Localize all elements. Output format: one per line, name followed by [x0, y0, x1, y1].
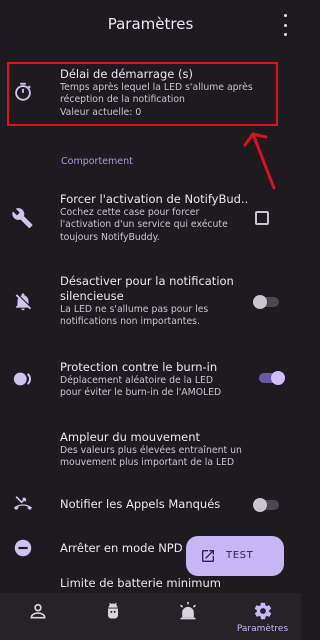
setting-summary-line: La LED ne s'allume pas pour les [60, 304, 209, 315]
switch-knob [253, 295, 267, 309]
setting-title: Notifier les Appels Manqués [60, 497, 221, 511]
setting-disable-silent[interactable]: Désactiver pour la notification silencie… [0, 272, 301, 334]
app-bar: Paramètres [0, 0, 301, 50]
setting-force-activation[interactable]: Forcer l'activation de NotifyBud.. Coche… [0, 186, 301, 248]
setting-battery-limit[interactable]: Limite de batterie minimum [0, 576, 301, 592]
settings-icon [254, 602, 272, 620]
highlight-box [7, 62, 278, 126]
burn-in-switch[interactable] [259, 371, 285, 385]
setting-title: Arrêter en mode NPD [60, 541, 183, 555]
setting-summary-line: pour éviter le burn-in de l'AMOLED [60, 387, 222, 399]
nav-item-settings[interactable]: Paramètres [225, 593, 300, 640]
setting-title-line: silencieuse [60, 289, 124, 303]
burn-in-icon [13, 372, 32, 386]
person-icon [30, 603, 46, 619]
missed-calls-switch[interactable] [253, 498, 279, 512]
setting-summary-line: toujours NotifyBuddy. [60, 231, 160, 243]
alert-icon [180, 601, 196, 620]
page-title: Paramètres [107, 15, 194, 33]
test-button[interactable]: TEST [186, 536, 284, 576]
switch-knob [253, 498, 267, 512]
android-icon [108, 602, 118, 619]
nav-item-profile[interactable] [0, 593, 75, 640]
force-activation-checkbox[interactable] [255, 211, 269, 225]
wrench-icon [12, 208, 33, 229]
nav-item-android[interactable] [75, 593, 150, 640]
bottom-navigation: Paramètres [0, 593, 301, 640]
setting-title: Protection contre le burn-in [60, 360, 218, 374]
test-button-label: TEST [226, 550, 254, 561]
setting-summary-line: Déplacement aléatoire de la LED [60, 375, 214, 386]
more-vert-icon[interactable] [281, 14, 289, 36]
setting-summary-line: Des valeurs plus élevées entraînent un [60, 445, 242, 456]
open-external-icon [202, 550, 214, 562]
setting-title: Forcer l'activation de NotifyBud.. [60, 192, 249, 206]
nav-item-alerts[interactable] [150, 593, 225, 640]
setting-summary-line: mouvement plus important de la LED [60, 457, 235, 469]
do-not-disturb-icon [14, 539, 32, 557]
setting-summary-line: notifications non importantes. [60, 316, 200, 328]
annotation-arrow [243, 132, 276, 190]
section-title-behaviour: Comportement [61, 156, 133, 167]
setting-burn-in-protection[interactable]: Protection contre le burn-in Déplacement… [0, 356, 301, 404]
setting-title-line: Désactiver pour la notification [60, 274, 234, 288]
missed-call-icon [13, 496, 33, 510]
setting-summary-line: Cochez cette case pour forcer [60, 207, 200, 218]
setting-movement-amplitude[interactable]: Ampleur du mouvement Des valeurs plus él… [0, 428, 301, 474]
nav-item-settings-label: Paramètres [236, 624, 289, 634]
muted-bell-icon [15, 293, 32, 311]
disable-silent-switch[interactable] [253, 295, 279, 309]
setting-title: Ampleur du mouvement [60, 430, 201, 444]
switch-knob [271, 371, 285, 385]
setting-missed-calls[interactable]: Notifier les Appels Manqués [0, 492, 301, 518]
setting-title: Limite de batterie minimum [60, 576, 221, 590]
setting-summary-line: l'activation d'un service qui exécute [60, 219, 228, 231]
